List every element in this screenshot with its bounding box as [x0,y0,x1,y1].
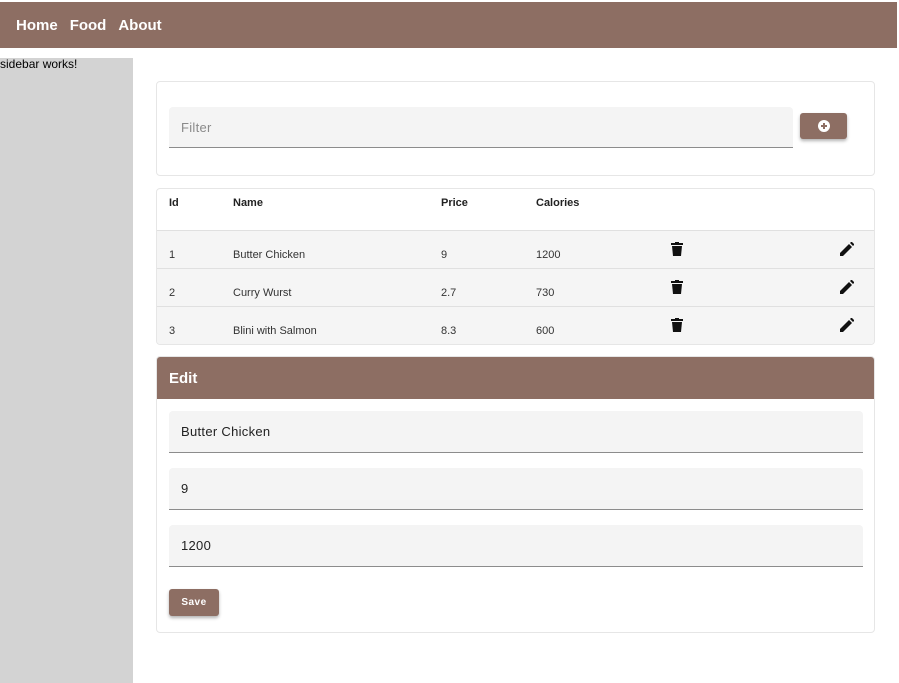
filter-card: Filter [156,81,875,176]
cell-calories: 600 [536,325,555,337]
sidebar-text: sidebar works! [0,57,78,71]
header-price: Price [441,197,468,209]
trash-icon[interactable] [671,318,683,332]
top-navbar: Home Food About [0,2,897,48]
cell-calories: 1200 [536,249,561,261]
cell-price: 2.7 [441,287,457,299]
pencil-icon[interactable] [840,318,854,332]
table-row[interactable]: 1 Butter Chicken 9 1200 [157,230,874,268]
calories-field[interactable]: 1200 [169,525,863,567]
filter-input[interactable]: Filter [169,107,793,148]
table-row[interactable]: 2 Curry Wurst 2.7 730 [157,268,874,306]
save-button[interactable]: Save [169,589,219,616]
table-header: Id Name Price Calories [157,189,874,230]
price-field[interactable]: 9 [169,468,863,510]
cell-name: Curry Wurst [233,287,292,299]
name-field[interactable]: Butter Chicken [169,411,863,453]
cell-price: 9 [441,249,448,261]
header-calories: Calories [536,197,580,209]
table-row[interactable]: 3 Blini with Salmon 8.3 600 [157,306,874,344]
add-food-button[interactable] [800,113,847,139]
trash-icon[interactable] [671,242,683,256]
add-circle-icon [817,120,830,132]
pencil-icon[interactable] [840,280,854,294]
sidebar: sidebar works! [0,58,133,683]
edit-title: Edit [157,357,874,399]
nav-food-link[interactable]: Food [70,17,107,34]
cell-id: 2 [169,287,176,299]
cell-name: Blini with Salmon [233,325,317,337]
food-table: Id Name Price Calories 1 Butter Chicken … [156,188,875,345]
edit-card: Edit Butter Chicken 9 1200 Save [156,356,875,633]
cell-id: 1 [169,249,176,261]
trash-icon[interactable] [671,280,683,294]
nav-home-link[interactable]: Home [16,17,58,34]
pencil-icon[interactable] [840,242,854,256]
cell-id: 3 [169,325,176,337]
cell-name: Butter Chicken [233,249,306,261]
cell-calories: 730 [536,287,555,299]
nav-about-link[interactable]: About [118,17,161,34]
cell-price: 8.3 [441,325,457,337]
header-name: Name [233,197,263,209]
header-id: Id [169,197,179,209]
